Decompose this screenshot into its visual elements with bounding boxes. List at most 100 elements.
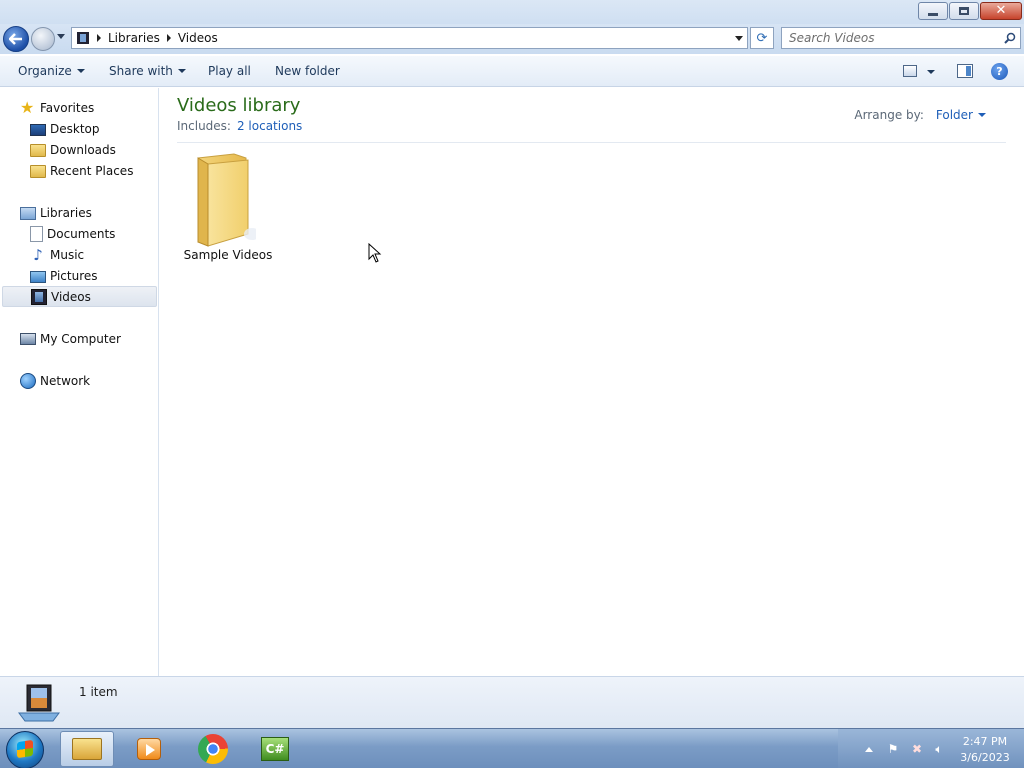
action-center-icon[interactable]: ⚑ <box>886 742 900 756</box>
search-box[interactable] <box>781 27 1021 49</box>
details-pane: 1 item <box>0 676 1024 728</box>
address-dropdown[interactable] <box>735 36 743 41</box>
address-row: Libraries Videos ⟳ <box>0 24 1024 54</box>
library-title: Videos library <box>177 95 301 116</box>
play-all-button[interactable]: Play all <box>208 64 251 78</box>
change-view-icon[interactable] <box>903 65 917 77</box>
arrow-left-icon <box>9 33 22 45</box>
volume-icon[interactable]: 🔈︎ <box>932 742 946 756</box>
search-icon[interactable] <box>1004 32 1016 44</box>
start-button[interactable] <box>6 731 44 768</box>
restore-icon <box>959 7 969 15</box>
preview-pane-icon[interactable] <box>957 64 973 78</box>
chevron-down-icon <box>978 113 986 117</box>
file-list-pane[interactable]: Videos library Includes: 2 locations Arra… <box>160 88 1024 676</box>
nav-item-recent-places[interactable]: Recent Places <box>0 160 157 181</box>
nav-item-pictures[interactable]: Pictures <box>0 265 157 286</box>
chrome-icon <box>198 734 228 764</box>
library-includes: Includes: 2 locations <box>177 119 302 133</box>
network-icon <box>20 372 36 389</box>
nav-label: Videos <box>51 289 91 304</box>
pictures-icon <box>30 270 46 283</box>
nav-item-desktop[interactable]: Desktop <box>0 118 157 139</box>
nav-label: Network <box>40 373 91 388</box>
videos-library-icon <box>77 32 89 44</box>
chevron-down-icon <box>76 69 85 73</box>
nav-item-videos[interactable]: Videos <box>2 286 157 307</box>
nav-label: Music <box>50 247 85 262</box>
help-icon[interactable]: ? <box>991 63 1008 80</box>
folder-icon <box>197 153 256 247</box>
nav-label: My Computer <box>40 331 121 346</box>
minimize-button[interactable] <box>918 2 948 20</box>
arrange-by-dropdown[interactable]: Folder <box>936 108 986 122</box>
breadcrumb-separator[interactable] <box>97 34 101 42</box>
new-folder-button[interactable]: New folder <box>275 64 340 78</box>
chevron-down-icon <box>177 69 186 73</box>
clock[interactable]: 2:47 PM 3/6/2023 <box>955 734 1015 766</box>
csharp-express-icon: C# <box>261 737 289 761</box>
address-bar[interactable]: Libraries Videos <box>71 27 748 49</box>
document-icon <box>30 225 43 242</box>
item-name: Sample Videos <box>183 248 273 262</box>
locations-link[interactable]: 2 locations <box>237 119 302 133</box>
videos-library-icon <box>18 684 60 722</box>
film-strip-icon <box>31 288 47 305</box>
nav-item-downloads[interactable]: Downloads <box>0 139 157 160</box>
caption-buttons: ✕ <box>918 2 1022 20</box>
show-hidden-icons-button[interactable] <box>865 747 873 752</box>
arrange-by-label: Arrange by: <box>854 108 924 122</box>
arrange-by: Arrange by: Folder <box>854 108 986 122</box>
refresh-icon: ⟳ <box>756 30 768 46</box>
nav-label: Libraries <box>40 205 92 220</box>
forward-button[interactable] <box>31 27 55 51</box>
network-disconnected-icon[interactable]: ✖ <box>910 742 924 756</box>
nav-label: Favorites <box>40 100 95 115</box>
header-divider <box>177 142 1006 143</box>
nav-network[interactable]: Network <box>0 370 157 391</box>
view-options-dropdown[interactable] <box>927 70 935 74</box>
nav-label: Recent Places <box>50 163 134 178</box>
taskbar-chrome-button[interactable] <box>186 731 240 767</box>
system-tray: ⚑ ✖ 🔈︎ 2:47 PM 3/6/2023 <box>838 729 1024 768</box>
item-count: 1 item <box>79 685 118 699</box>
command-bar: Organize Share with Play all New folder <box>0 56 1024 87</box>
clock-time: 2:47 PM <box>962 735 1008 748</box>
taskbar: C# ⚑ ✖ 🔈︎ 2:47 PM 3/6/2023 <box>0 728 1024 768</box>
list-item[interactable]: Sample Videos <box>178 148 278 266</box>
nav-label: Desktop <box>50 121 100 136</box>
back-button[interactable] <box>3 26 29 52</box>
nav-item-music[interactable]: ♪ Music <box>0 244 157 265</box>
organize-button[interactable]: Organize <box>18 64 85 78</box>
nav-item-documents[interactable]: Documents <box>0 223 157 244</box>
breadcrumb-libraries[interactable]: Libraries <box>108 31 160 45</box>
refresh-button[interactable]: ⟳ <box>750 27 774 49</box>
taskbar-csharp-button[interactable]: C# <box>248 731 302 767</box>
star-icon: ★ <box>20 97 35 117</box>
music-note-icon: ♪ <box>33 245 43 264</box>
media-player-icon <box>137 738 161 760</box>
windows-explorer-icon <box>72 738 102 760</box>
share-with-label: Share with <box>109 64 173 78</box>
nav-libraries[interactable]: Libraries <box>0 202 157 223</box>
recent-pages-dropdown[interactable] <box>57 34 65 39</box>
navigation-pane: ★ Favorites Desktop Downloads Recent Pla… <box>0 88 159 676</box>
search-input[interactable] <box>789 28 999 48</box>
recent-places-icon <box>30 165 46 178</box>
share-with-button[interactable]: Share with <box>109 64 186 78</box>
close-button[interactable]: ✕ <box>980 2 1022 20</box>
clock-date: 3/6/2023 <box>960 751 1010 764</box>
nav-label: Downloads <box>50 142 116 157</box>
taskbar-media-player-button[interactable] <box>122 731 176 767</box>
nav-favorites[interactable]: ★ Favorites <box>0 97 157 118</box>
title-bar: ✕ <box>0 0 1024 24</box>
breadcrumb-separator[interactable] <box>166 34 171 42</box>
maximize-button[interactable] <box>949 2 979 20</box>
nav-my-computer[interactable]: My Computer <box>0 328 157 349</box>
includes-label: Includes: <box>177 119 231 133</box>
taskbar-explorer-button[interactable] <box>60 731 114 767</box>
computer-icon <box>20 333 36 345</box>
play-all-label: Play all <box>208 64 251 78</box>
breadcrumb-videos[interactable]: Videos <box>178 31 218 45</box>
nav-label: Documents <box>47 226 116 241</box>
